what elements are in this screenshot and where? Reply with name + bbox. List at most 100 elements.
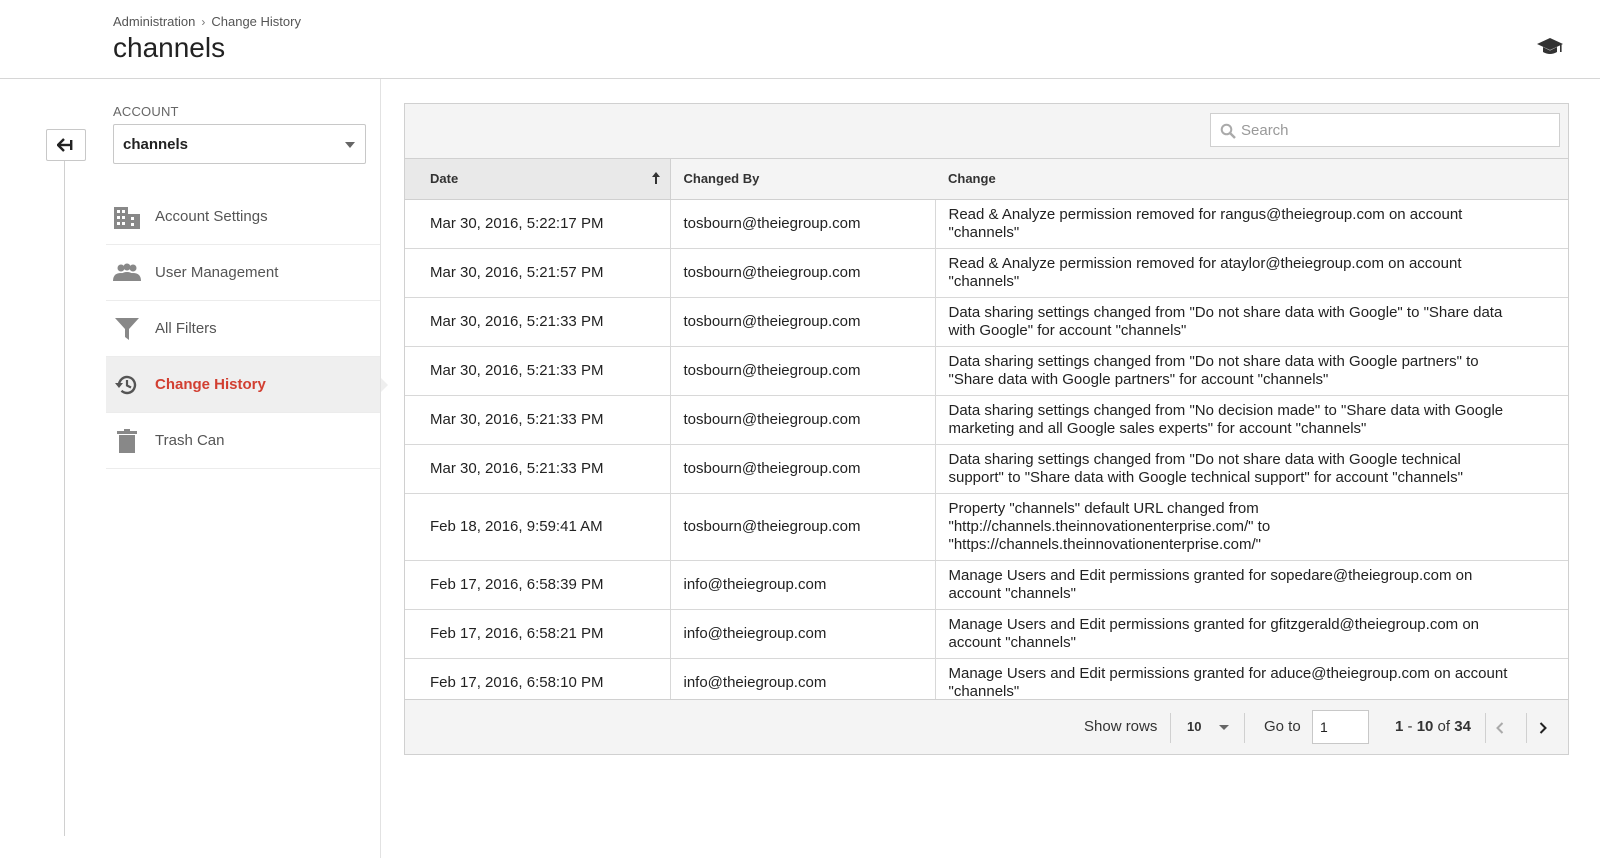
cell-changed-by: info@theiegroup.com xyxy=(670,609,936,659)
change-line: Read & Analyze permission removed for at… xyxy=(948,254,1462,272)
account-label: ACCOUNT xyxy=(113,104,179,119)
change-line: support" to "Share data with Google tech… xyxy=(948,468,1463,486)
breadcrumb-change-history[interactable]: Change History xyxy=(211,14,301,29)
cell-date: Feb 17, 2016, 6:58:21 PM xyxy=(405,609,671,659)
chevron-left-icon xyxy=(1496,722,1504,734)
cell-change: Property "channels" default URL changed … xyxy=(935,493,1568,561)
change-line: "channels" xyxy=(948,682,1020,700)
change-line: Data sharing settings changed from "No d… xyxy=(948,401,1504,419)
cell-date: Mar 30, 2016, 5:21:33 PM xyxy=(405,297,671,347)
cell-changed-by: info@theiegroup.com xyxy=(670,560,936,610)
table-row: Mar 30, 2016, 5:21:33 PM tosbourn@theieg… xyxy=(405,346,1568,396)
change-line: Manage Users and Edit permissions grante… xyxy=(948,615,1480,633)
go-to-page-input[interactable] xyxy=(1312,710,1369,744)
change-line: with Google" for account "channels" xyxy=(948,321,1187,339)
graduation-cap-icon[interactable] xyxy=(1536,35,1564,57)
cell-date: Mar 30, 2016, 5:21:33 PM xyxy=(405,395,671,445)
rows-per-page-select[interactable]: 10 xyxy=(1183,717,1233,737)
sidebar-item-trash-can[interactable]: Trash Can xyxy=(106,413,380,469)
change-line: "https://channels.theinnovationenterpris… xyxy=(948,535,1262,553)
cell-change: Read & Analyze permission removed for ra… xyxy=(935,199,1568,249)
sidebar-item-label: All Filters xyxy=(155,320,217,337)
gutter-line xyxy=(64,161,65,836)
column-header-date[interactable]: Date xyxy=(405,159,671,200)
change-line: "Share data with Google partners" for ac… xyxy=(948,370,1329,388)
change-line: account "channels" xyxy=(948,633,1076,651)
table-row: Feb 17, 2016, 6:58:39 PM info@theiegroup… xyxy=(405,560,1568,610)
cell-changed-by: tosbourn@theiegroup.com xyxy=(670,199,936,249)
table-header-row: Date Changed By Change xyxy=(405,159,1568,200)
change-line: account "channels" xyxy=(948,584,1076,602)
sidebar-item-user-management[interactable]: User Management xyxy=(106,245,380,301)
cell-changed-by: tosbourn@theiegroup.com xyxy=(670,444,936,494)
previous-page-button[interactable] xyxy=(1490,718,1510,738)
range-end: 10 xyxy=(1416,718,1434,735)
cell-changed-by: tosbourn@theiegroup.com xyxy=(670,346,936,396)
trash-icon xyxy=(113,427,141,455)
account-select[interactable]: channels xyxy=(113,124,366,164)
chevron-right-icon xyxy=(1539,722,1547,734)
cell-date: Mar 30, 2016, 5:21:33 PM xyxy=(405,346,671,396)
sidebar-item-change-history[interactable]: Change History xyxy=(106,357,388,413)
cell-changed-by: tosbourn@theiegroup.com xyxy=(670,248,936,298)
footer-divider xyxy=(1526,713,1527,743)
table-row: Feb 18, 2016, 9:59:41 AM tosbourn@theieg… xyxy=(405,493,1568,561)
table-row: Mar 30, 2016, 5:22:17 PM tosbourn@theieg… xyxy=(405,199,1568,249)
show-rows-label: Show rows xyxy=(1084,718,1158,735)
table-row: Mar 30, 2016, 5:21:33 PM tosbourn@theieg… xyxy=(405,395,1568,445)
cell-change: Manage Users and Edit permissions grante… xyxy=(935,560,1568,610)
search-input[interactable] xyxy=(1241,114,1551,146)
footer-divider xyxy=(1170,713,1171,743)
change-line: "channels" xyxy=(948,272,1020,290)
change-line: "http://channels.theinnovationenterprise… xyxy=(948,517,1271,535)
cell-changed-by: tosbourn@theiegroup.com xyxy=(670,395,936,445)
cell-changed-by: tosbourn@theiegroup.com xyxy=(670,493,936,561)
range-dash: - xyxy=(1403,718,1417,735)
cell-date: Feb 18, 2016, 9:59:41 AM xyxy=(405,493,671,561)
column-header-label: Date xyxy=(430,171,459,187)
sidebar: ACCOUNT channels Account Settings User M… xyxy=(106,79,388,858)
change-history-panel: Date Changed By Change Mar 30, 2016, 5:2… xyxy=(404,103,1569,755)
change-line: "channels" xyxy=(948,223,1020,241)
table-footer: Show rows 10 Go to 1 - 10 of 34 xyxy=(405,699,1568,754)
cell-change: Data sharing settings changed from "No d… xyxy=(935,395,1568,445)
arrow-left-icon xyxy=(57,138,73,152)
breadcrumb: Administration › Change History xyxy=(113,14,301,29)
search-box[interactable] xyxy=(1210,113,1560,147)
footer-divider xyxy=(1485,713,1486,743)
breadcrumb-administration[interactable]: Administration xyxy=(113,14,195,29)
caret-down-icon xyxy=(1219,725,1229,730)
footer-divider xyxy=(1244,713,1245,743)
sidebar-item-all-filters[interactable]: All Filters xyxy=(106,301,380,357)
breadcrumb-separator: › xyxy=(201,14,206,29)
column-header-change[interactable]: Change xyxy=(935,159,1568,200)
sidebar-item-label: Account Settings xyxy=(155,208,268,225)
range-of: of xyxy=(1433,718,1455,735)
cell-changed-by: tosbourn@theiegroup.com xyxy=(670,297,936,347)
sidebar-item-label: User Management xyxy=(155,264,279,281)
next-page-button[interactable] xyxy=(1533,718,1553,738)
cell-date: Mar 30, 2016, 5:21:57 PM xyxy=(405,248,671,298)
filter-icon xyxy=(113,315,141,343)
table-row: Mar 30, 2016, 5:21:33 PM tosbourn@theieg… xyxy=(405,297,1568,347)
caret-down-icon xyxy=(345,142,355,148)
sort-ascending-icon xyxy=(651,172,660,184)
table-toolbar xyxy=(405,104,1568,159)
page-title: channels xyxy=(113,32,226,63)
cell-date: Feb 17, 2016, 6:58:39 PM xyxy=(405,560,671,610)
change-line: Data sharing settings changed from "Do n… xyxy=(948,303,1503,321)
cell-change: Data sharing settings changed from "Do n… xyxy=(935,444,1568,494)
account-select-value: channels xyxy=(123,136,189,153)
change-line: Data sharing settings changed from "Do n… xyxy=(948,352,1479,370)
rows-per-page-value: 10 xyxy=(1187,719,1202,734)
sidebar-item-account-settings[interactable]: Account Settings xyxy=(106,189,380,245)
back-button[interactable] xyxy=(46,129,86,161)
change-line: Property "channels" default URL changed … xyxy=(948,499,1259,517)
sidebar-item-label: Trash Can xyxy=(155,432,225,449)
sidebar-divider xyxy=(380,79,381,858)
column-header-changed-by[interactable]: Changed By xyxy=(670,159,935,200)
search-icon xyxy=(1220,123,1236,139)
sidebar-item-label: Change History xyxy=(155,376,266,393)
change-line: Manage Users and Edit permissions grante… xyxy=(948,566,1473,584)
pagination-range: 1 - 10 of 34 xyxy=(1395,718,1471,735)
